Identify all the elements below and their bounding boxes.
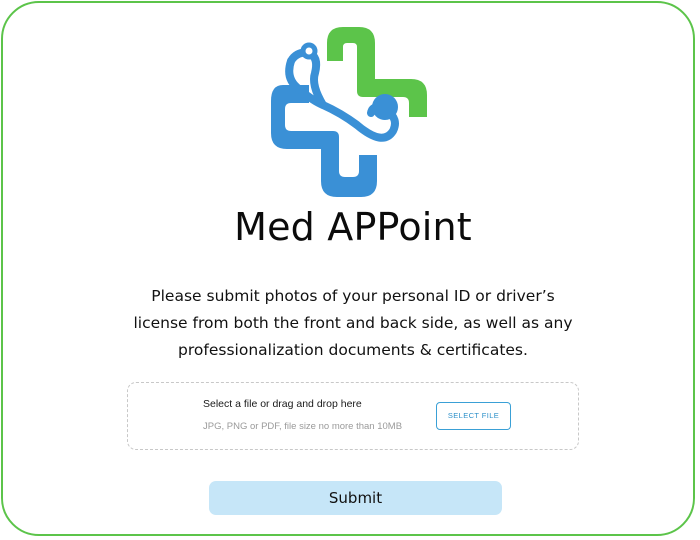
file-dropzone[interactable]: Select a file or drag and drop here JPG,… <box>127 382 579 450</box>
dropzone-primary-text: Select a file or drag and drop here <box>203 398 362 410</box>
instructions-line-2: license from both the front and back sid… <box>133 314 573 332</box>
dropzone-file-requirements: JPG, PNG or PDF, file size no more than … <box>203 421 403 432</box>
instructions-line-1: Please submit photos of your personal ID… <box>151 287 555 305</box>
instructions-line-3: professionalization documents & certific… <box>178 341 528 359</box>
submit-button[interactable]: Submit <box>209 481 502 515</box>
registration-card: Med APPoint Please submit photos of your… <box>1 1 695 536</box>
stethoscope-chestpiece <box>372 94 398 120</box>
med-appoint-logo-icon <box>271 27 427 197</box>
stethoscope-earpiece <box>300 42 318 60</box>
select-file-button[interactable]: SELECT FILE <box>436 402 511 430</box>
upload-instructions: Please submit photos of your personal ID… <box>123 283 583 364</box>
app-title: Med APPoint <box>234 205 472 249</box>
